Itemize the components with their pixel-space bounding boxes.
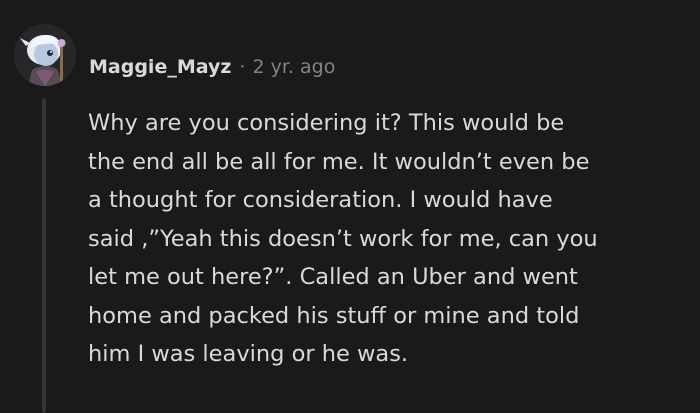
comment-text-line: a thought for consideration. I would hav… bbox=[88, 187, 553, 213]
comment-text-line: let me out here?”. Called an Uber and we… bbox=[88, 264, 578, 290]
avatar[interactable] bbox=[14, 24, 76, 86]
comment: Maggie_Mayz · 2 yr. ago Why are you cons… bbox=[0, 0, 700, 413]
author-username[interactable]: Maggie_Mayz bbox=[89, 56, 231, 78]
comment-text-line: home and packed his stuff or mine and to… bbox=[88, 302, 580, 329]
comment-text-line: said ,”Yeah this doesn’t work for me, ca… bbox=[88, 225, 598, 252]
comment-text-line: him I was leaving or he was. bbox=[88, 341, 409, 367]
comment-body: Why are you considering it? This would b… bbox=[88, 104, 688, 374]
avatar-icon bbox=[14, 24, 76, 86]
thread-collapse-line[interactable] bbox=[42, 98, 46, 413]
comment-text-line: the end all be all for me. It wouldn’t e… bbox=[88, 148, 590, 175]
comment-text-line: Why are you considering it? This would b… bbox=[88, 110, 565, 136]
comment-timestamp[interactable]: 2 yr. ago bbox=[252, 56, 335, 78]
meta-separator: · bbox=[239, 56, 246, 78]
comment-header: Maggie_Mayz · 2 yr. ago bbox=[89, 52, 335, 82]
